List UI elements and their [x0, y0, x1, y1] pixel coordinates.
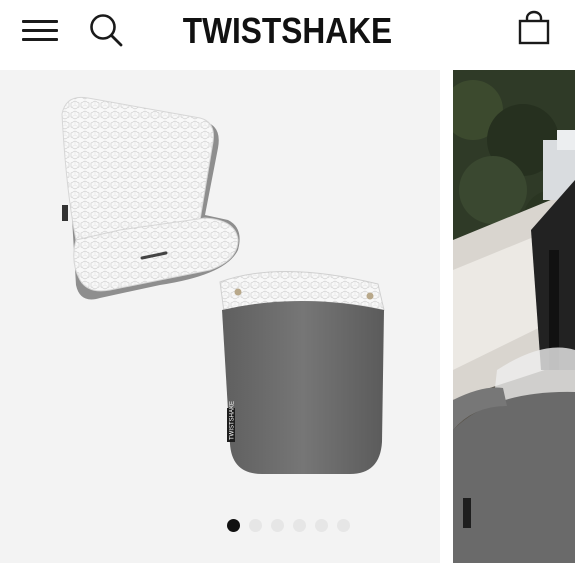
site-header: TWISTSHAKE — [0, 0, 575, 70]
carousel-dot-5[interactable] — [315, 519, 328, 532]
carousel-dot-2[interactable] — [249, 519, 262, 532]
carousel-pagination — [227, 519, 350, 533]
cart-button[interactable] — [517, 10, 551, 46]
carousel-dot-3[interactable] — [271, 519, 284, 532]
product-image-seat-liner-and-footmuff: TWISTSHAKE — [61, 96, 385, 474]
carousel-slide-2[interactable] — [453, 70, 575, 563]
carousel-dot-4[interactable] — [293, 519, 306, 532]
brand-logo[interactable]: TWISTSHAKE — [34, 10, 540, 52]
carousel-slide-1[interactable]: TWISTSHAKE — [0, 70, 440, 563]
carousel-dot-6[interactable] — [337, 519, 350, 532]
product-image-carousel[interactable]: TWISTSHAKE — [0, 70, 575, 563]
product-tag-text: TWISTSHAKE — [230, 401, 236, 440]
carousel-dot-1[interactable] — [227, 519, 240, 532]
product-image-stroller-outdoor — [453, 70, 575, 563]
shopping-bag-icon — [518, 10, 550, 45]
